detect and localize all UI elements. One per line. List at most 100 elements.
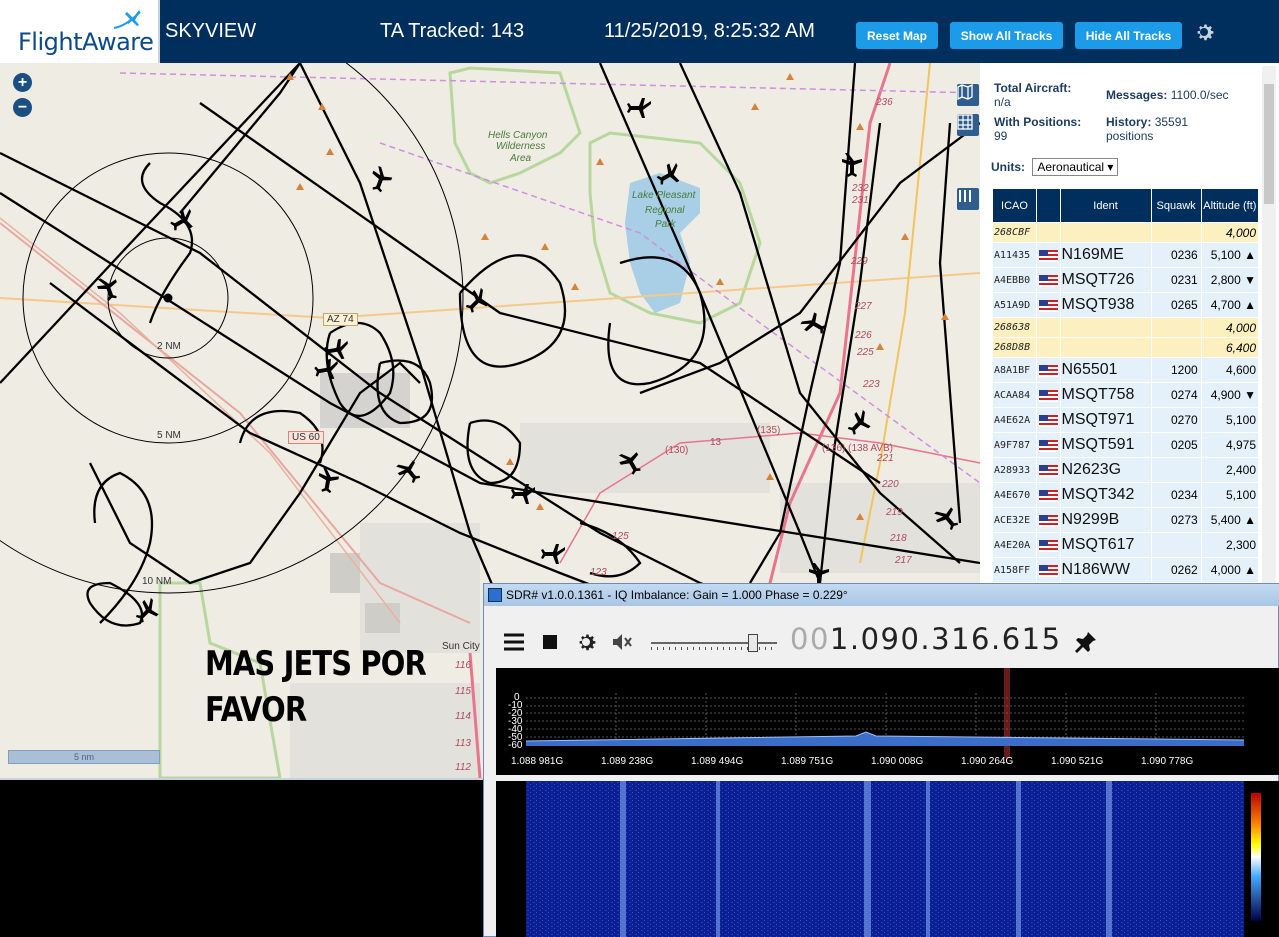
reset-map-button[interactable]: Reset Map [856, 22, 938, 49]
aircraft-row[interactable]: A9F787 MSQT591 0205 4,975 [993, 433, 1258, 457]
cell-altitude: 4,700 ▲ [1201, 293, 1258, 317]
col-icao[interactable]: ICAO [993, 189, 1036, 222]
aircraft-row[interactable]: A158FF N186WW 0262 4,000 ▲ [993, 558, 1258, 582]
cell-squawk: 1200 [1151, 358, 1201, 382]
cell-ident: N9299B [1060, 508, 1151, 532]
columns-icon[interactable] [957, 188, 979, 210]
col-ident[interactable]: Ident [1060, 189, 1151, 222]
show-all-tracks-button[interactable]: Show All Tracks [950, 22, 1063, 49]
aircraft-row[interactable]: A28933 N2623G 2,400 [993, 458, 1258, 482]
history-count: History: 35591 positions [1106, 115, 1188, 143]
cell-altitude: 2,400 [1201, 458, 1258, 482]
aircraft-row[interactable]: 268638 4,000 [993, 318, 1258, 337]
aircraft-row[interactable]: 268D8B 6,400 [993, 338, 1258, 357]
menu-icon[interactable] [502, 630, 526, 654]
gear-icon[interactable] [1192, 20, 1216, 44]
cell-altitude: 4,975 [1201, 433, 1258, 457]
mile-marker: 232 [852, 183, 869, 194]
cell-icao: A51A9D [993, 293, 1036, 317]
map-label: (135) [757, 425, 781, 436]
mile-marker: 225 [857, 347, 874, 358]
aircraft-row[interactable]: A4E62A MSQT971 0270 5,100 [993, 408, 1258, 432]
stop-icon[interactable] [538, 630, 562, 654]
cell-altitude: 5,400 ▲ [1201, 508, 1258, 532]
cell-flag [1036, 408, 1060, 432]
cell-flag [1036, 268, 1060, 292]
cell-altitude: 6,400 [1201, 338, 1258, 357]
cell-squawk: 0270 [1151, 408, 1201, 432]
zoom-out-button[interactable]: − [13, 98, 32, 117]
map-label: 13 [710, 437, 722, 448]
freq-tick: 1.090 008G [871, 756, 924, 767]
cell-altitude: 4,900 ▼ [1201, 383, 1258, 407]
cell-flag [1036, 293, 1060, 317]
cell-squawk: 0262 [1151, 558, 1201, 582]
pin-icon[interactable] [1074, 630, 1098, 654]
us-flag-icon [1038, 514, 1058, 527]
aircraft-row[interactable]: ACE32E N9299B 0273 5,400 ▲ [993, 508, 1258, 532]
aircraft-row[interactable]: ACAA84 MSQT758 0274 4,900 ▼ [993, 383, 1258, 407]
cell-flag [1036, 243, 1060, 267]
cell-icao: A158FF [993, 558, 1036, 582]
cell-flag [1036, 383, 1060, 407]
col-squawk[interactable]: Squawk [1151, 189, 1201, 222]
freq-tick: 1.088 981G [511, 756, 564, 767]
cell-flag [1036, 223, 1060, 242]
mute-icon[interactable] [610, 630, 634, 654]
cell-ident: N2623G [1060, 458, 1151, 482]
map-layers-icon[interactable] [957, 84, 979, 106]
volume-slider[interactable] [651, 634, 777, 652]
cell-icao: 268D8B [993, 338, 1036, 357]
route-shield: AZ 74 [323, 313, 358, 326]
waterfall-plot [526, 781, 1261, 937]
aircraft-row[interactable]: A4EBB0 MSQT726 0231 2,800 ▼ [993, 268, 1258, 292]
mile-marker: 217 [895, 555, 912, 566]
cell-squawk: 0234 [1151, 483, 1201, 507]
aircraft-panel: Total Aircraft: n/a With Positions: 99 M… [980, 63, 1279, 583]
units-select[interactable]: Aeronautical ▾ [1032, 158, 1119, 176]
caption-overlay: MAS JETS POR FAVOR [205, 641, 427, 733]
scroll-thumb[interactable] [1264, 84, 1274, 204]
ring-label: 10 NM [142, 576, 172, 587]
aircraft-row[interactable]: 268CBF 4,000 [993, 223, 1258, 242]
flightaware-logo[interactable]: FlightAware [0, 0, 160, 63]
panel-scrollbar[interactable] [1262, 66, 1276, 583]
map-label: Area [510, 153, 532, 164]
mile-marker: 219 [886, 507, 903, 518]
aircraft-row[interactable]: A4E670 MSQT342 0234 5,100 [993, 483, 1258, 507]
total-aircraft-label: Total Aircraft: [994, 81, 1072, 95]
spectrum-display[interactable]: 0 -10 -20 -30 -40 -50 -60 1.088 981G 1.0… [496, 668, 1279, 775]
history-unit: positions [1106, 129, 1154, 143]
route-shield: US 60 [288, 431, 324, 444]
aircraft-row[interactable]: A51A9D MSQT938 0265 4,700 ▲ [993, 293, 1258, 317]
cell-flag [1036, 318, 1060, 337]
zoom-in-button[interactable]: + [13, 73, 32, 92]
cell-altitude: 5,100 [1201, 408, 1258, 432]
aircraft-row[interactable]: A11435 N169ME 0236 5,100 ▲ [993, 243, 1258, 267]
screen: FlightAware SKYVIEW TA Tracked: 143 11/2… [0, 0, 1279, 937]
frequency-display[interactable]: 001.090.316.615 [790, 622, 1062, 656]
grid-icon[interactable] [957, 114, 979, 136]
mile-marker: 236 [876, 97, 893, 108]
cell-squawk: 0274 [1151, 383, 1201, 407]
cell-altitude: 5,100 ▲ [1201, 243, 1258, 267]
messages-value: 1100.0/sec [1170, 88, 1229, 102]
cell-ident: MSQT971 [1060, 408, 1151, 432]
cell-ident [1060, 338, 1151, 357]
sdr-titlebar[interactable]: SDR# v1.0.0.1361 - IQ Imbalance: Gain = … [484, 584, 1279, 606]
aircraft-row[interactable]: A4E20A MSQT617 2,300 [993, 533, 1258, 557]
slider-thumb[interactable] [748, 634, 758, 652]
logo-text: FlightAware [18, 28, 154, 56]
cell-squawk: 0265 [1151, 293, 1201, 317]
cell-icao: 268CBF [993, 223, 1036, 242]
col-altitude[interactable]: Altitude (ft) [1201, 189, 1258, 222]
total-aircraft-value: n/a [994, 95, 1011, 109]
top-header: FlightAware SKYVIEW TA Tracked: 143 11/2… [0, 0, 1279, 63]
aircraft-row[interactable]: A8A1BF N65501 1200 4,600 [993, 358, 1258, 382]
cell-squawk: 0231 [1151, 268, 1201, 292]
settings-icon[interactable] [574, 630, 598, 654]
col-flag[interactable] [1036, 189, 1060, 222]
waterfall-display[interactable] [496, 781, 1279, 937]
hide-all-tracks-button[interactable]: Hide All Tracks [1075, 22, 1182, 49]
map-label: Park [655, 219, 676, 230]
